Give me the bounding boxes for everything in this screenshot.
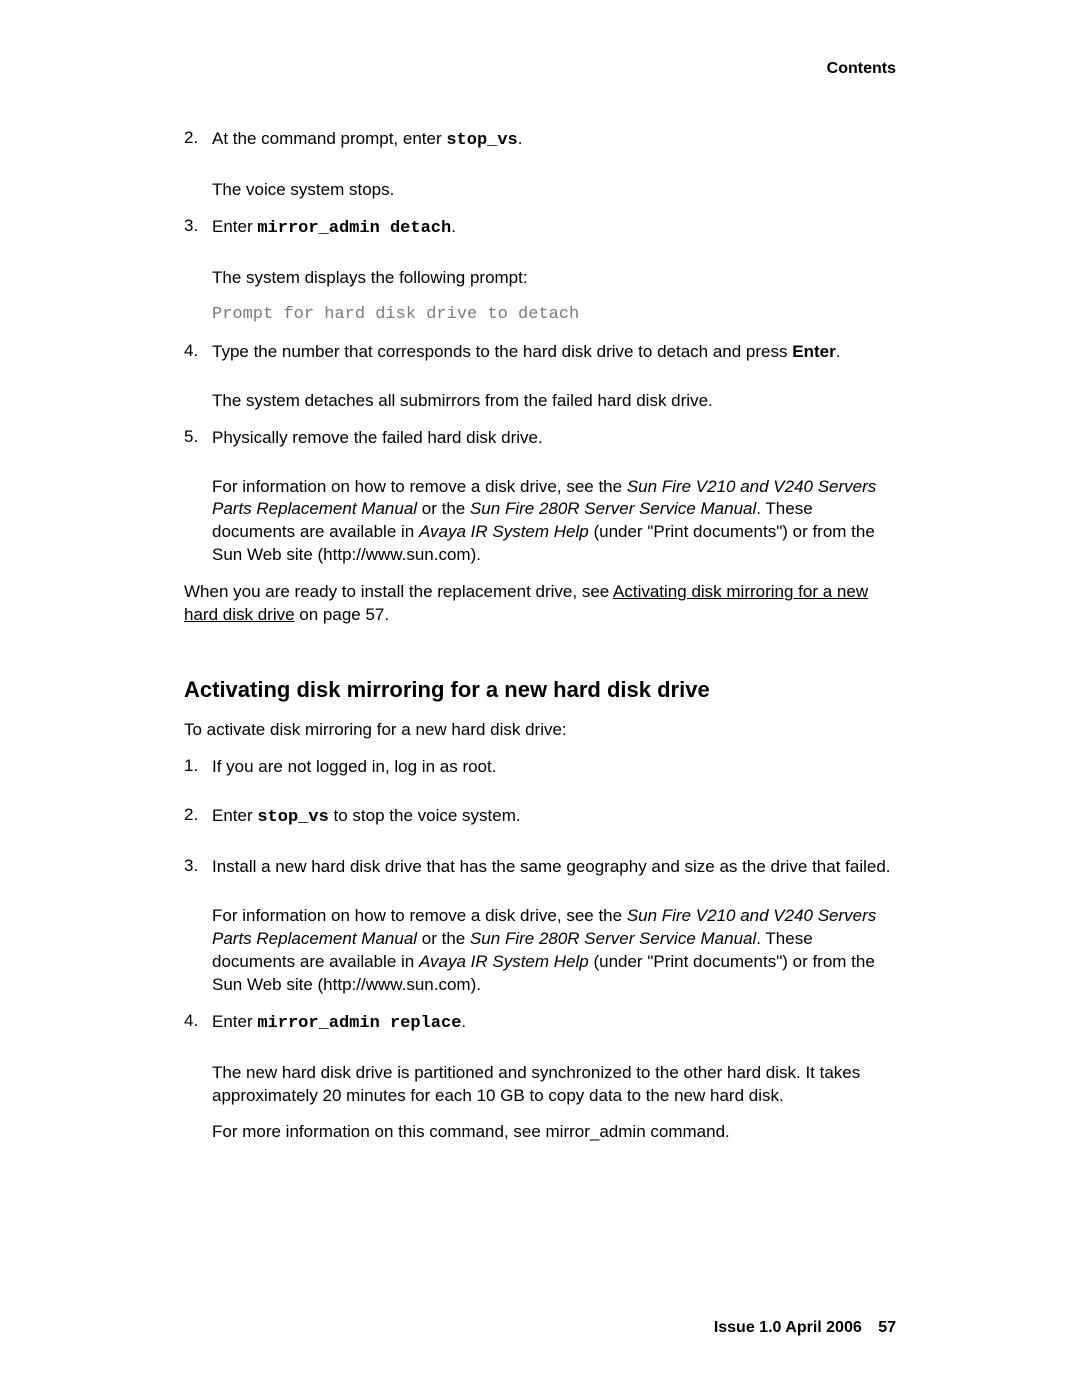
item-body: Physically remove the failed hard disk d…: [212, 427, 896, 464]
item-number: 1.: [184, 756, 212, 793]
follow-paragraph: The system detaches all submirrors from …: [212, 390, 896, 413]
list-item: 3. Enter mirror_admin detach.: [184, 216, 896, 255]
list-item: 4. Enter mirror_admin replace.: [184, 1011, 896, 1050]
key-name: Enter: [792, 342, 835, 361]
item-text: If you are not logged in, log in as root…: [212, 756, 896, 779]
command-text: stop_vs: [257, 808, 328, 827]
item-text: At the command prompt, enter stop_vs.: [212, 128, 896, 153]
item-body: At the command prompt, enter stop_vs.: [212, 128, 896, 167]
follow-paragraph: The system displays the following prompt…: [212, 267, 896, 290]
page-footer: Issue 1.0 April 2006 57: [714, 1319, 896, 1337]
manual-title: Sun Fire 280R Server Service Manual: [470, 499, 756, 518]
ordered-list-2: 1. If you are not logged in, log in as r…: [184, 756, 896, 1144]
item-body: Enter mirror_admin detach.: [212, 216, 896, 255]
item-number: 3.: [184, 856, 212, 893]
help-title: Avaya IR System Help: [419, 952, 589, 971]
item-number: 4.: [184, 1011, 212, 1050]
list-item: 2. Enter stop_vs to stop the voice syste…: [184, 805, 896, 844]
item-text: Type the number that corresponds to the …: [212, 341, 896, 364]
list-item: 3. Install a new hard disk drive that ha…: [184, 856, 896, 893]
follow-paragraph: The voice system stops.: [212, 179, 896, 202]
follow-paragraph: The new hard disk drive is partitioned a…: [212, 1062, 896, 1108]
item-text: Enter mirror_admin replace.: [212, 1011, 896, 1036]
reference-paragraph: For information on how to remove a disk …: [212, 905, 896, 997]
item-body: If you are not logged in, log in as root…: [212, 756, 896, 793]
section-heading: Activating disk mirroring for a new hard…: [184, 677, 896, 703]
prompt-text: Prompt for hard disk drive to detach: [212, 304, 896, 327]
item-number: 2.: [184, 128, 212, 167]
item-body: Enter stop_vs to stop the voice system.: [212, 805, 896, 844]
item-number: 3.: [184, 216, 212, 255]
reference-paragraph: For information on how to remove a disk …: [212, 476, 896, 568]
item-text: Enter mirror_admin detach.: [212, 216, 896, 241]
section-intro: To activate disk mirroring for a new har…: [184, 719, 896, 742]
item-text: Physically remove the failed hard disk d…: [212, 427, 896, 450]
help-title: Avaya IR System Help: [419, 522, 589, 541]
list-item: 4. Type the number that corresponds to t…: [184, 341, 896, 378]
command-text: stop_vs: [446, 131, 517, 150]
closing-paragraph: When you are ready to install the replac…: [184, 581, 896, 627]
list-item: 1. If you are not logged in, log in as r…: [184, 756, 896, 793]
item-number: 2.: [184, 805, 212, 844]
item-number: 4.: [184, 341, 212, 378]
item-body: Enter mirror_admin replace.: [212, 1011, 896, 1050]
manual-title: Sun Fire 280R Server Service Manual: [470, 929, 756, 948]
list-item: 2. At the command prompt, enter stop_vs.: [184, 128, 896, 167]
page-number: 57: [878, 1319, 896, 1336]
item-number: 5.: [184, 427, 212, 464]
extra-paragraph: For more information on this command, se…: [212, 1121, 896, 1144]
item-body: Type the number that corresponds to the …: [212, 341, 896, 378]
page-container: Contents 2. At the command prompt, enter…: [0, 0, 1080, 1397]
command-text: mirror_admin replace: [257, 1014, 461, 1033]
issue-label: Issue 1.0 April 2006: [714, 1319, 862, 1336]
header-label: Contents: [184, 60, 896, 78]
command-text: mirror_admin detach: [257, 219, 451, 238]
ordered-list-1: 2. At the command prompt, enter stop_vs.…: [184, 128, 896, 567]
item-text: Enter stop_vs to stop the voice system.: [212, 805, 896, 830]
item-text: Install a new hard disk drive that has t…: [212, 856, 896, 879]
item-body: Install a new hard disk drive that has t…: [212, 856, 896, 893]
list-item: 5. Physically remove the failed hard dis…: [184, 427, 896, 464]
